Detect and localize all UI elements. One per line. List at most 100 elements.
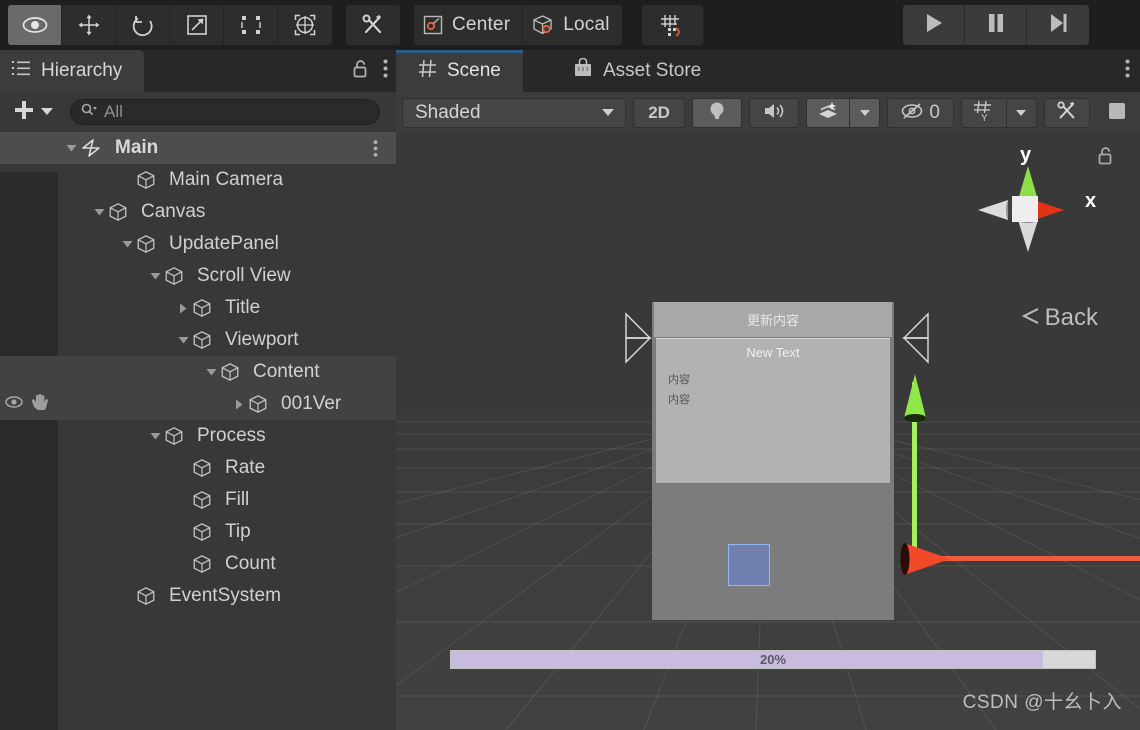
- hierarchy-row-viewport[interactable]: Viewport: [0, 324, 396, 356]
- light-bulb-icon: [707, 100, 727, 127]
- step-forward-icon: [1048, 12, 1068, 39]
- tab-hierarchy-label: Hierarchy: [41, 60, 123, 81]
- rect-tool-button[interactable]: [224, 5, 278, 45]
- search-placeholder: All: [104, 102, 123, 121]
- row-visibility-gutter: [0, 548, 58, 580]
- hierarchy-row-label: Title: [225, 297, 261, 318]
- scale-tool-button[interactable]: [170, 5, 224, 45]
- twisty-down-icon[interactable]: [146, 272, 164, 280]
- effects-icon: [816, 100, 840, 127]
- grid-snap-button[interactable]: [641, 5, 704, 45]
- pivot-rotation-button[interactable]: Local: [523, 5, 622, 45]
- hierarchy-row-process[interactable]: Process: [0, 420, 396, 452]
- grid-y-axis-icon: Y: [972, 100, 996, 127]
- hierarchy-row-main[interactable]: Main: [0, 132, 396, 164]
- step-button[interactable]: [1027, 5, 1089, 45]
- hierarchy-row-001ver[interactable]: 001Ver: [0, 388, 396, 420]
- panel-title-bar: 更新内容: [654, 302, 892, 337]
- gameobject-icon: [136, 586, 162, 606]
- twisty-right-icon[interactable]: [230, 399, 248, 410]
- twisty-down-icon[interactable]: [146, 432, 164, 440]
- play-button[interactable]: [903, 5, 965, 45]
- hand-pick-icon[interactable]: [30, 393, 50, 416]
- gizmo-y-axis-arrow[interactable]: [900, 374, 930, 424]
- tab-scene[interactable]: Scene: [396, 50, 523, 92]
- search-icon: [81, 103, 97, 122]
- toggle-2d-button[interactable]: 2D: [632, 98, 686, 128]
- hand-tool-button[interactable]: [8, 5, 62, 45]
- hierarchy-row-fill[interactable]: Fill: [0, 484, 396, 516]
- effects-dropdown-button[interactable]: [848, 98, 881, 128]
- draw-mode-dropdown[interactable]: Shaded: [402, 98, 627, 128]
- hierarchy-row-tip[interactable]: Tip: [0, 516, 396, 548]
- gameobject-icon: [164, 426, 190, 446]
- rotate-tool-button[interactable]: [116, 5, 170, 45]
- play-icon: [924, 12, 944, 39]
- hierarchy-row-count[interactable]: Count: [0, 548, 396, 580]
- pivot-rotation-label: Local: [563, 14, 610, 35]
- search-input[interactable]: All: [70, 99, 380, 125]
- gizmo-lock-icon[interactable]: [1097, 146, 1114, 171]
- grid-dropdown-button[interactable]: [1005, 98, 1038, 128]
- gizmo-view-label[interactable]: Back: [1021, 304, 1098, 332]
- gameobject-icon: [192, 458, 218, 478]
- tab-hierarchy[interactable]: Hierarchy: [0, 50, 145, 92]
- twisty-down-icon[interactable]: [174, 336, 192, 344]
- pivot-mode-button[interactable]: Center: [414, 5, 524, 45]
- tab-asset-store[interactable]: Asset Store: [551, 50, 723, 92]
- settings-square-icon: [1106, 100, 1128, 127]
- gameobject-icon: [192, 490, 218, 510]
- canvas-ui-preview[interactable]: 更新内容 New Text 内容 内容: [652, 302, 894, 620]
- add-gameobject-button[interactable]: [8, 98, 58, 127]
- hierarchy-toolbar: All: [0, 92, 396, 132]
- hierarchy-row-rate[interactable]: Rate: [0, 452, 396, 484]
- twisty-down-icon[interactable]: [90, 208, 108, 216]
- gizmo-x-axis-arrow[interactable]: [896, 539, 952, 579]
- custom-tools-group: [346, 5, 400, 45]
- custom-tool-button[interactable]: [346, 5, 400, 45]
- hierarchy-row-main-camera[interactable]: Main Camera: [0, 164, 396, 196]
- gameobject-icon: [192, 522, 218, 542]
- gameobject-icon: [136, 170, 162, 190]
- twisty-right-icon[interactable]: [174, 303, 192, 314]
- scene-camera-settings-button[interactable]: [1097, 98, 1136, 128]
- transform-tool-button[interactable]: [278, 5, 332, 45]
- pause-button[interactable]: [965, 5, 1027, 45]
- gameobject-icon: [192, 330, 218, 350]
- scene-axis-gizmo[interactable]: y x: [960, 144, 1100, 274]
- twisty-down-icon[interactable]: [118, 240, 136, 248]
- hierarchy-menu-icon[interactable]: [383, 59, 388, 83]
- hierarchy-row-updatepanel[interactable]: UpdatePanel: [0, 228, 396, 260]
- scene-tabbar: Scene Asset Store: [396, 50, 1140, 92]
- hierarchy-row-scroll-view[interactable]: Scroll View: [0, 260, 396, 292]
- hierarchy-row-title[interactable]: Title: [0, 292, 396, 324]
- row-visibility-gutter: [0, 516, 58, 548]
- hierarchy-row-canvas[interactable]: Canvas: [0, 196, 396, 228]
- scene-visibility-button[interactable]: 0: [886, 98, 955, 128]
- toggle-effects-button[interactable]: [806, 98, 849, 128]
- scene-viewport[interactable]: 更新内容 New Text 内容 内容 y x Back 20% CSDN @十…: [396, 134, 1140, 730]
- toggle-lighting-button[interactable]: [691, 98, 743, 128]
- rotate-tool-icon: [131, 13, 155, 37]
- scene-menu-icon[interactable]: [1125, 59, 1130, 83]
- toggle-audio-button[interactable]: [749, 98, 800, 128]
- selected-object-rect[interactable]: [728, 544, 770, 586]
- hierarchy-row-label: Process: [197, 425, 266, 446]
- eye-off-icon: [901, 102, 925, 125]
- new-text-label: New Text: [746, 345, 800, 360]
- hierarchy-row-label: Rate: [225, 457, 266, 478]
- lock-icon[interactable]: [352, 59, 369, 84]
- pivot-mode-label: Center: [452, 14, 511, 35]
- tab-asset-store-label: Asset Store: [603, 60, 702, 81]
- row-menu-icon[interactable]: [373, 132, 378, 164]
- component-tools-button[interactable]: [1043, 98, 1091, 128]
- hierarchy-row-eventsystem[interactable]: EventSystem: [0, 580, 396, 612]
- scene-panel: Scene Asset Store Shaded 2D 0 Y 更新内容 New…: [396, 50, 1140, 730]
- hierarchy-row-content[interactable]: Content: [0, 356, 396, 388]
- twisty-down-icon[interactable]: [202, 368, 220, 376]
- twisty-down-icon[interactable]: [62, 144, 80, 152]
- grid-axis-button[interactable]: Y: [961, 98, 1006, 128]
- move-tool-button[interactable]: [62, 5, 116, 45]
- eye-icon[interactable]: [4, 395, 24, 414]
- snap-group: [630, 5, 704, 45]
